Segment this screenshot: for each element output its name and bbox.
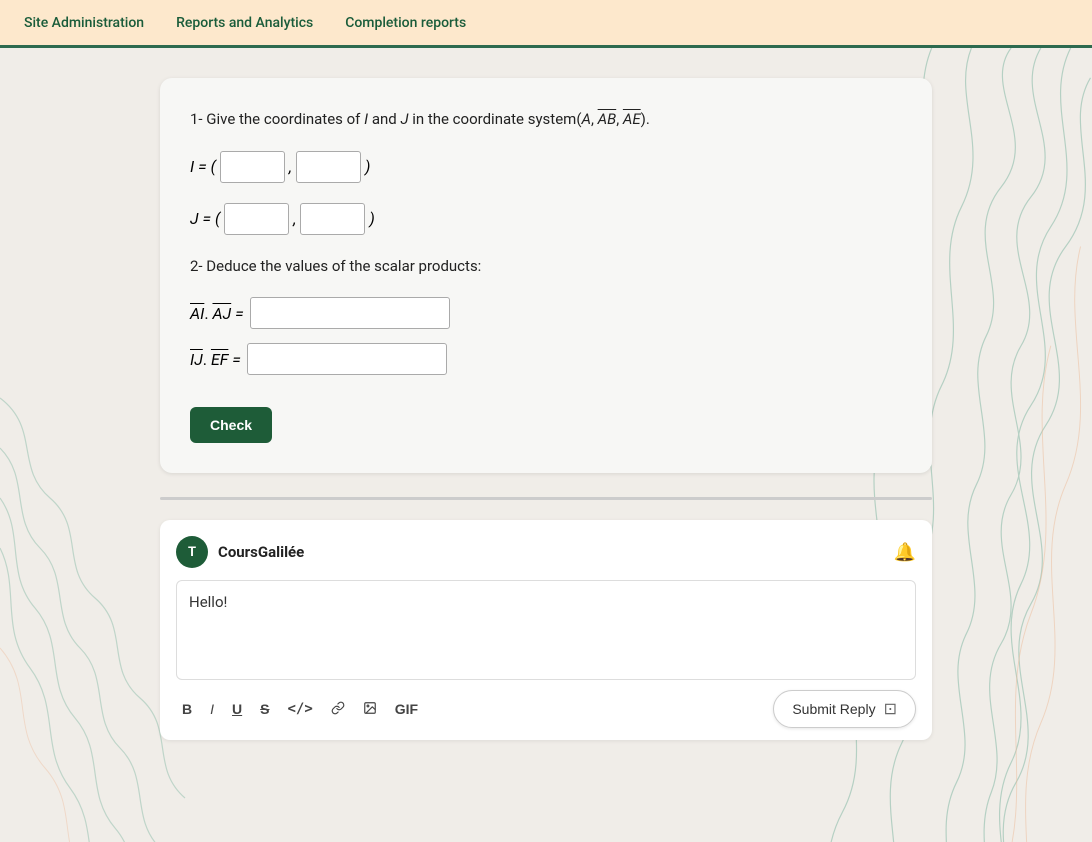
j-label: J = ( [190,209,220,228]
strikethrough-button[interactable]: S [254,697,275,721]
coord-row-j: J = ( , ) [190,203,902,235]
underline-button[interactable]: U [226,697,248,721]
code-button[interactable]: </> [281,697,318,721]
scalar-1-label: AI. AJ = [190,304,244,323]
scalar-row-2: IJ. EF = [190,343,902,375]
nav-site-admin[interactable]: Site Administration [8,0,160,45]
coord-close-i: ) [365,157,370,176]
scalar-row-1: AI. AJ = [190,297,902,329]
main-content: 1- Give the coordinates of I and J in th… [0,78,1092,740]
submit-reply-label: Submit Reply [792,701,875,717]
image-button[interactable] [357,697,383,722]
j-y-input[interactable] [300,203,365,235]
exercise-card: 1- Give the coordinates of I and J in th… [160,78,932,473]
coord-comma-i: , [289,157,292,176]
submit-reply-button[interactable]: Submit Reply ⊡ [773,690,916,728]
avatar: T [176,536,208,568]
author-name: CoursGalilée [218,543,304,561]
comment-author: T CoursGalilée [176,536,304,568]
nav-completion[interactable]: Completion reports [329,0,482,45]
coord-comma-j: , [293,209,296,228]
bold-button[interactable]: B [176,697,198,721]
editor-toolbar: B I U S </> [176,690,916,728]
i-label: I = ( [190,157,216,176]
question-2: 2- Deduce the values of the scalar produ… [190,255,902,376]
question-1-text: 1- Give the coordinates of I and J in th… [190,108,902,131]
coord-row-i: I = ( , ) [190,151,902,183]
scalar-2-input[interactable] [247,343,447,375]
italic-button[interactable]: I [204,697,220,721]
j-x-input[interactable] [224,203,289,235]
bell-icon[interactable]: 🔔 [894,542,916,563]
coord-close-j: ) [369,209,374,228]
link-button[interactable] [325,697,351,722]
nav-reports[interactable]: Reports and Analytics [160,0,329,45]
i-y-input[interactable] [296,151,361,183]
section-divider [160,497,932,500]
check-button[interactable]: Check [190,407,272,443]
comment-section: T CoursGalilée 🔔 Hello! B I U S </> [160,520,932,740]
scalar-2-label: IJ. EF = [190,350,241,369]
submit-icon: ⊡ [884,699,897,719]
comment-header: T CoursGalilée 🔔 [176,536,916,568]
toolbar-buttons: B I U S </> [176,697,424,722]
reply-editor[interactable]: Hello! [176,580,916,680]
question-2-text: 2- Deduce the values of the scalar produ… [190,255,902,278]
navbar: Site Administration Reports and Analytic… [0,0,1092,48]
i-x-input[interactable] [220,151,285,183]
page-background: 1- Give the coordinates of I and J in th… [0,48,1092,842]
gif-button[interactable]: GIF [389,697,424,721]
scalar-1-input[interactable] [250,297,450,329]
